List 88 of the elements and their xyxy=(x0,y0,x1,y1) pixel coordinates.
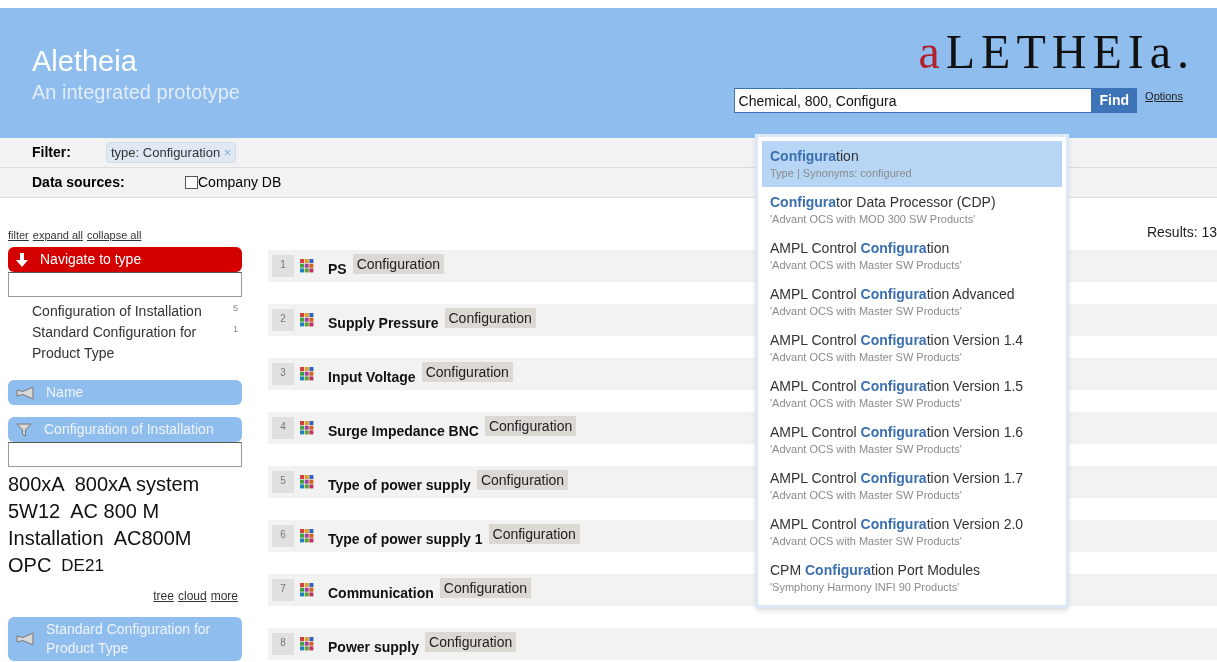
facet-title: Navigate to type xyxy=(40,250,142,269)
cloud-tag[interactable]: 800xA xyxy=(8,471,65,498)
suggestion-subtitle: 'Advant OCS with Master SW Products' xyxy=(770,396,963,411)
facet-count: 1 xyxy=(233,323,238,336)
result-title[interactable]: Surge Impedance BNC xyxy=(328,414,479,442)
result-number: 3 xyxy=(272,363,294,385)
results-count: Results: 13 xyxy=(1146,223,1217,242)
grid-icon xyxy=(300,367,314,381)
view-link[interactable]: cloud xyxy=(177,587,207,605)
grid-icon xyxy=(300,259,314,273)
search-field[interactable]: Chemical, 800, Configura xyxy=(733,88,1092,113)
funnel-icon xyxy=(16,422,32,437)
view-link[interactable]: tree xyxy=(153,587,174,605)
facet-item[interactable]: Standard Configuration for Product Type xyxy=(32,322,225,364)
data-sources-label: Data sources: xyxy=(32,173,126,192)
cloud-tag[interactable]: AC800M xyxy=(113,525,192,552)
result-number: 7 xyxy=(272,579,294,601)
facet-count: 5 xyxy=(233,302,238,315)
result-number: 4 xyxy=(272,417,294,439)
facet-title: Configuration of Installation xyxy=(44,420,214,439)
type-tag[interactable]: Configuration xyxy=(488,524,580,544)
type-tag[interactable]: Configuration xyxy=(421,362,513,382)
funnel-icon xyxy=(16,385,34,400)
result-number: 1 xyxy=(272,255,294,277)
suggestion-subtitle: 'Advant OCS with Master SW Products' xyxy=(770,258,963,273)
grid-icon xyxy=(300,313,314,327)
options-link[interactable]: Options xyxy=(1145,88,1183,105)
data-source-label[interactable]: Company DB xyxy=(198,172,282,193)
toolbar-link[interactable]: filter xyxy=(8,226,29,243)
suggestion-title: AMPL Control Configuration Version 1.7 xyxy=(770,469,1025,487)
suggestion-item[interactable]: Configuration Type | Synonyms: configured xyxy=(762,141,1062,187)
facet-filter-field[interactable] xyxy=(8,442,242,467)
cloud-tag[interactable]: Installation xyxy=(8,525,104,552)
result-number: 2 xyxy=(272,309,294,331)
grid-icon xyxy=(300,529,314,543)
cloud-tag[interactable]: 5W12 xyxy=(8,498,61,525)
result-number: 6 xyxy=(272,525,294,547)
result-title[interactable]: Supply Pressure xyxy=(328,306,439,334)
logo: aLETHEIa. xyxy=(918,24,1195,80)
suggestion-subtitle: 'Advant OCS with Master SW Products' xyxy=(770,534,963,549)
facet-item[interactable]: Configuration of Installation xyxy=(32,301,202,322)
funnel-icon xyxy=(16,632,34,646)
grid-icon xyxy=(300,475,314,489)
type-tag[interactable]: Configuration xyxy=(476,470,569,490)
suggestion-subtitle: 'Advant OCS with Master SW Products' xyxy=(770,304,963,319)
cloud-tag[interactable]: AC 800 M xyxy=(70,498,160,525)
app-subtitle: An integrated prototype xyxy=(32,80,240,105)
type-tag[interactable]: Configuration xyxy=(425,632,517,652)
facet-filter-field[interactable] xyxy=(8,272,242,297)
result-title[interactable]: PS xyxy=(328,252,347,280)
grid-icon xyxy=(300,637,314,651)
filter-chip[interactable]: type: Configuration × xyxy=(106,141,237,164)
facet-title: Standard Configuration for Product Type xyxy=(46,620,212,658)
result-title[interactable]: Power supply xyxy=(328,630,420,658)
suggestion-subtitle: 'Symphony Harmony INFI 90 Products' xyxy=(770,580,961,595)
type-tag[interactable]: Configuration xyxy=(439,578,532,598)
cloud-tag[interactable]: 800xA system xyxy=(74,471,200,498)
result-row[interactable]: 8 Power supply Configuration xyxy=(268,628,1217,660)
app-title: Aletheia xyxy=(32,44,138,78)
cloud-tag[interactable]: DE21 xyxy=(61,552,104,579)
checkbox[interactable] xyxy=(185,176,198,189)
cloud-tag[interactable]: OPC xyxy=(8,552,52,579)
find-button[interactable]: Find xyxy=(1091,88,1138,113)
result-number: 5 xyxy=(272,471,294,493)
type-tag[interactable]: Configuration xyxy=(444,308,536,328)
grid-icon xyxy=(300,583,314,597)
suggestion-title: Configuration xyxy=(770,147,860,165)
result-title[interactable]: Input Voltage xyxy=(328,360,416,388)
toolbar-link[interactable]: collapse all xyxy=(86,226,142,243)
toolbar-link[interactable]: expand all xyxy=(32,226,83,243)
suggestion-subtitle: 'Advant OCS with Master SW Products' xyxy=(770,442,963,457)
suggestion-title: Configurator Data Processor (CDP) xyxy=(770,193,997,211)
filter-label: Filter: xyxy=(32,143,72,162)
type-tag[interactable]: Configuration xyxy=(484,416,577,436)
suggestion-subtitle: 'Advant OCS with MOD 300 SW Products' xyxy=(770,212,977,227)
down-arrow-icon xyxy=(16,252,28,267)
result-title[interactable]: Communication xyxy=(328,576,434,604)
view-link[interactable]: more xyxy=(210,587,238,605)
facet-header[interactable]: Navigate to type xyxy=(8,247,242,272)
facet-title: Name xyxy=(46,383,84,402)
result-number: 8 xyxy=(272,633,294,655)
result-title[interactable]: Type of power supply 1 xyxy=(328,522,483,550)
result-title[interactable]: Type of power supply xyxy=(328,468,471,496)
suggestion-title: AMPL Control Configuration Advanced xyxy=(770,285,1016,303)
suggestion-subtitle: Type | Synonyms: configured xyxy=(770,166,913,181)
grid-icon xyxy=(300,421,314,435)
type-tag[interactable]: Configuration xyxy=(352,254,444,274)
suggestion-title: AMPL Control Configuration Version 1.6 xyxy=(770,423,1025,441)
